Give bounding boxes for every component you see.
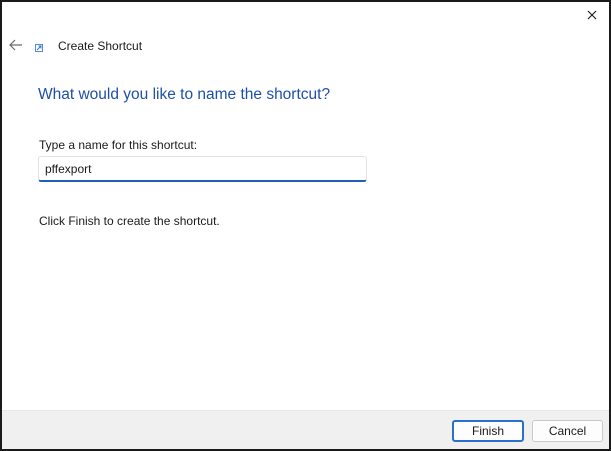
back-arrow-icon (9, 39, 22, 51)
shortcut-name-input[interactable] (38, 156, 367, 182)
create-shortcut-dialog: Create Shortcut What would you like to n… (0, 0, 611, 451)
cancel-button[interactable]: Cancel (532, 420, 603, 442)
close-button[interactable] (581, 4, 603, 26)
page-heading: What would you like to name the shortcut… (38, 86, 331, 103)
back-button[interactable] (7, 36, 25, 54)
close-icon (587, 10, 597, 20)
shortcut-arrow-icon (35, 43, 43, 52)
wizard-header: Create Shortcut (35, 37, 142, 55)
dialog-footer: Finish Cancel (2, 410, 609, 449)
finish-button[interactable]: Finish (452, 420, 524, 442)
shortcut-name-label: Type a name for this shortcut: (39, 138, 198, 152)
wizard-title: Create Shortcut (58, 39, 143, 53)
finish-hint-text: Click Finish to create the shortcut. (39, 214, 220, 228)
